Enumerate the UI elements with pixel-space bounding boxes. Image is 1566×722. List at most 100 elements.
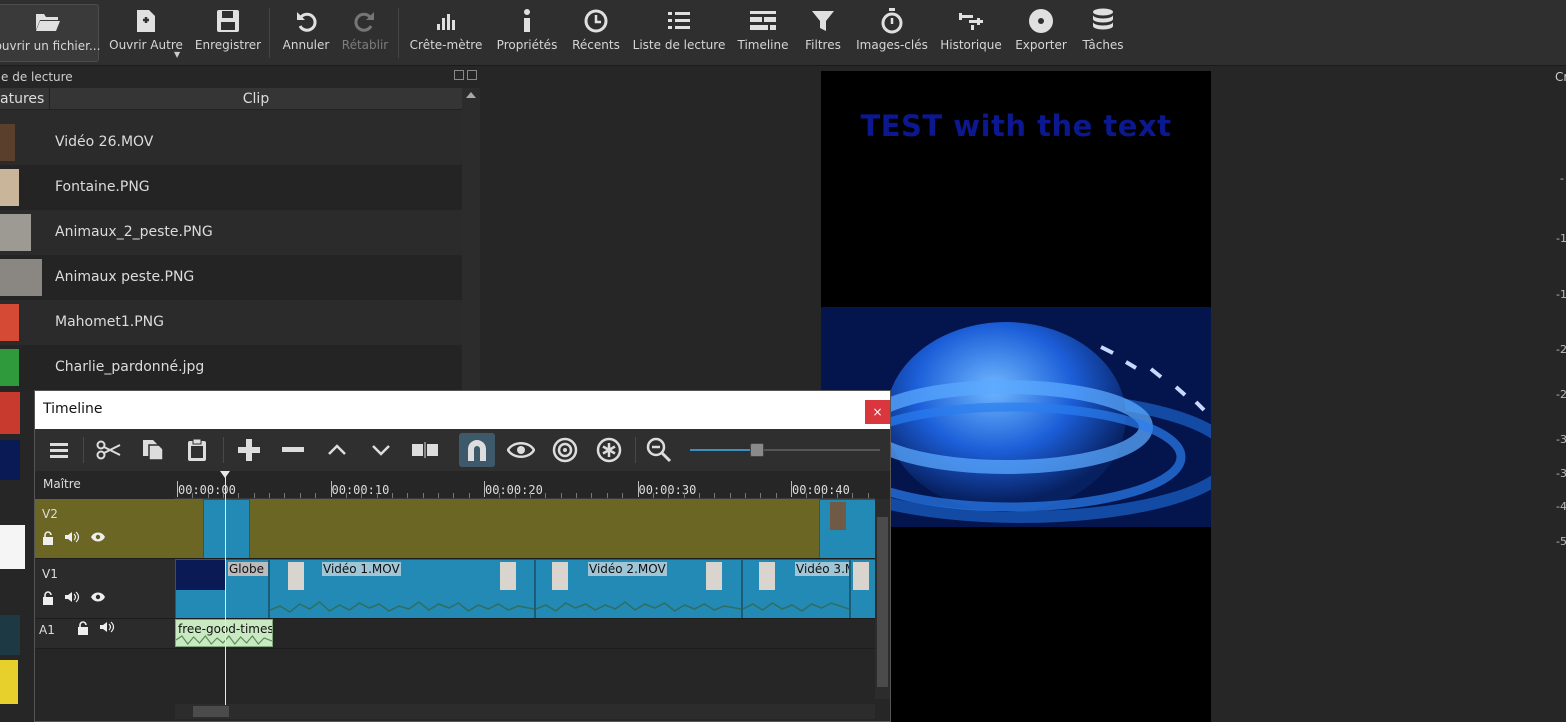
split-button[interactable]	[407, 433, 443, 467]
open-file-button[interactable]: ouvrir un fichier...	[0, 4, 100, 62]
column-clip[interactable]: Clip	[51, 88, 461, 110]
ruler-minor-tick	[576, 493, 578, 498]
clip[interactable]: Vidéo 1.MOV	[269, 559, 535, 618]
main-toolbar: ouvrir un fichier... Ouvrir Autre ▼ Enre…	[0, 0, 1566, 66]
ruler-minor-tick	[299, 493, 301, 498]
speaker-icon[interactable]	[64, 591, 80, 603]
paste-button[interactable]	[179, 433, 215, 467]
ripple-button[interactable]	[547, 433, 583, 467]
ruler-minor-tick	[269, 493, 271, 498]
jobs-button[interactable]: Tâches	[1076, 4, 1130, 62]
overwrite-button[interactable]	[363, 433, 399, 467]
cut-button[interactable]	[91, 433, 127, 467]
clip[interactable]: Globe -	[175, 559, 269, 618]
zoom-slider[interactable]	[690, 443, 880, 457]
clip[interactable]	[819, 499, 875, 558]
playlist-scrollbar[interactable]	[462, 88, 480, 390]
ruler-minor-tick	[361, 493, 363, 498]
list-item[interactable]: Charlie_pardonné.jpg	[0, 345, 462, 390]
list-item[interactable]: Animaux peste.PNG	[0, 255, 462, 300]
split-icon	[412, 442, 438, 458]
timeline-menu-button[interactable]	[41, 433, 77, 467]
close-icon[interactable]	[467, 70, 477, 80]
timeline-vertical-scrollbar[interactable]	[875, 499, 890, 699]
dropdown-arrow-icon[interactable]: ▼	[174, 50, 180, 59]
ruler-minor-tick	[192, 493, 194, 498]
properties-button[interactable]: Propriétés	[494, 4, 560, 62]
eye-icon[interactable]	[90, 531, 106, 543]
timeline-window: Timeline × Maître 00:00:00 00:00:10 00:00:…	[34, 390, 891, 722]
scrollbar-thumb[interactable]	[877, 517, 888, 687]
scrub-button[interactable]	[503, 433, 539, 467]
track-a1[interactable]: free-good-times-	[175, 619, 875, 649]
ruler-minor-tick	[407, 493, 409, 498]
unlock-icon[interactable]	[42, 591, 54, 605]
peak-meter-button[interactable]: Crête-mètre	[408, 4, 484, 62]
folder-open-icon	[35, 14, 60, 31]
undo-icon	[297, 12, 317, 32]
list-item[interactable]: Vidéo 26.MOV	[0, 120, 462, 165]
panel-dock-buttons	[454, 70, 480, 84]
filters-button[interactable]: Filtres	[798, 4, 848, 62]
ruler-minor-tick	[821, 493, 823, 498]
clip[interactable]: Vidéo 3.M	[742, 559, 850, 618]
timeline-titlebar[interactable]: Timeline ×	[35, 391, 890, 429]
timeline-horizontal-scrollbar[interactable]	[175, 704, 875, 719]
unlock-icon[interactable]	[42, 531, 54, 545]
list-icon	[668, 12, 690, 29]
clipboard-icon	[188, 438, 206, 461]
history-button[interactable]: Historique	[938, 4, 1004, 62]
copy-button[interactable]	[135, 433, 171, 467]
keyframes-button[interactable]: Images-clés	[854, 4, 930, 62]
ruler-minor-tick	[453, 493, 455, 498]
playhead[interactable]	[225, 471, 226, 705]
redo-button[interactable]: Rétablir	[340, 4, 390, 62]
list-item[interactable]: Fontaine.PNG	[0, 165, 462, 210]
snap-button[interactable]	[459, 433, 495, 467]
undo-button[interactable]: Annuler	[279, 4, 333, 62]
list-item[interactable]: Animaux_2_peste.PNG	[0, 210, 462, 255]
clip-thumbnail	[0, 349, 19, 386]
speaker-icon[interactable]	[99, 621, 115, 633]
zoom-slider-handle[interactable]	[749, 443, 764, 457]
scroll-up-icon[interactable]	[466, 92, 476, 98]
float-icon[interactable]	[454, 70, 464, 80]
clip-thumbnail	[0, 440, 20, 480]
track-head-v1[interactable]: V1	[35, 559, 175, 619]
close-button[interactable]: ×	[865, 400, 890, 424]
ruler-minor-tick	[683, 493, 685, 498]
ruler-minor-tick	[668, 493, 670, 498]
save-button[interactable]: Enregistrer	[192, 4, 264, 62]
track-v1[interactable]: Globe - Vidéo 1.MOV Vidéo 2.MOV Vidéo 3.…	[175, 559, 875, 619]
clip[interactable]	[850, 559, 875, 618]
lift-button[interactable]	[319, 433, 355, 467]
save-icon	[217, 10, 239, 32]
column-thumbnails[interactable]: atures	[0, 88, 50, 110]
ripple-all-button[interactable]	[591, 433, 627, 467]
time-ruler[interactable]: 00:00:00 00:00:10 00:00:20 00:00:30 00:00:40	[175, 471, 875, 499]
audio-clip[interactable]: free-good-times-	[175, 619, 273, 647]
ruler-minor-tick	[253, 493, 255, 498]
append-button[interactable]	[231, 433, 267, 467]
track-head-v2[interactable]: V2	[35, 499, 175, 559]
unlock-icon[interactable]	[77, 621, 89, 635]
zoom-out-button[interactable]	[641, 433, 677, 467]
track-head-a1[interactable]: A1	[35, 619, 175, 649]
timeline-button[interactable]: Timeline	[734, 4, 792, 62]
export-button[interactable]: Exporter	[1012, 4, 1070, 62]
eye-icon[interactable]	[90, 591, 106, 603]
scrollbar-thumb[interactable]	[193, 706, 229, 717]
database-icon	[1093, 8, 1113, 30]
remove-button[interactable]	[275, 433, 311, 467]
list-item[interactable]: Mahomet1.PNG	[0, 300, 462, 345]
recent-button[interactable]: Récents	[568, 4, 624, 62]
clip-thumbnail	[0, 525, 25, 569]
speaker-icon[interactable]	[64, 531, 80, 543]
clip[interactable]: Vidéo 2.MOV	[535, 559, 742, 618]
track-v2[interactable]	[175, 499, 875, 559]
playlist-button[interactable]: Liste de lecture	[632, 4, 726, 62]
eye-icon	[507, 442, 535, 458]
ruler-minor-tick	[591, 493, 593, 498]
clip[interactable]	[203, 499, 250, 558]
minus-icon	[282, 447, 304, 452]
